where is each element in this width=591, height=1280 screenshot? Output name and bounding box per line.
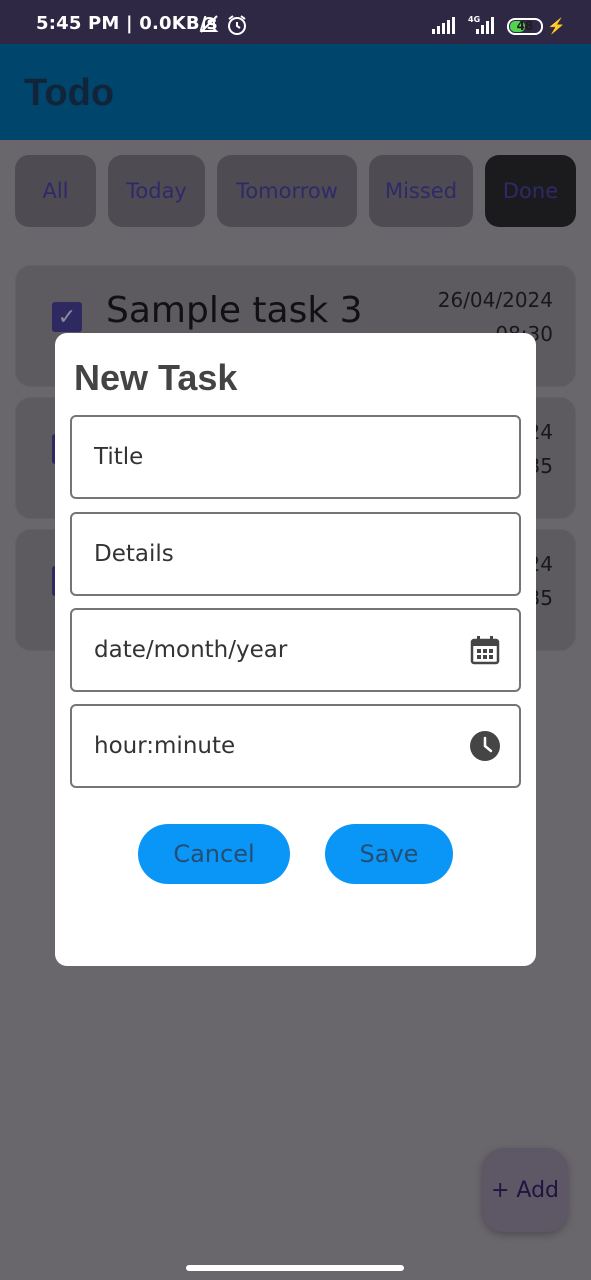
filter-tabs: All Today Tomorrow Missed Done xyxy=(0,155,591,227)
tab-today[interactable]: Today xyxy=(108,155,205,227)
home-indicator[interactable] xyxy=(186,1265,404,1271)
title-field[interactable]: Title xyxy=(70,415,521,499)
signal-icon xyxy=(432,14,456,34)
app-bar: Todo xyxy=(0,44,591,140)
battery-level: 48 xyxy=(516,19,534,33)
calendar-icon[interactable] xyxy=(469,634,501,666)
date-placeholder: date/month/year xyxy=(94,637,288,663)
date-field[interactable]: date/month/year xyxy=(70,608,521,692)
tab-missed[interactable]: Missed xyxy=(369,155,473,227)
mute-icon xyxy=(199,15,219,33)
app-title: Todo xyxy=(24,72,115,114)
cancel-button[interactable]: Cancel xyxy=(138,824,290,884)
4g-signal-icon xyxy=(476,14,498,34)
details-field[interactable]: Details xyxy=(70,512,521,596)
save-button[interactable]: Save xyxy=(325,824,453,884)
task-date: 26/04/2024 xyxy=(437,288,553,312)
status-time: 5:45 PM | 0.0KB/s xyxy=(36,13,218,34)
add-task-button[interactable]: + Add xyxy=(482,1148,568,1232)
clock-icon[interactable] xyxy=(469,730,501,762)
status-bar: 5:45 PM | 0.0KB/s 4G 48 ⚡ xyxy=(0,0,591,44)
tab-done[interactable]: Done xyxy=(485,155,576,227)
alarm-icon xyxy=(228,15,246,35)
task-title: Sample task 3 xyxy=(106,290,363,331)
time-placeholder: hour:minute xyxy=(94,733,236,759)
charging-icon: ⚡ xyxy=(547,18,566,35)
dialog-title: New Task xyxy=(74,357,238,398)
title-placeholder: Title xyxy=(94,444,144,470)
tab-all[interactable]: All xyxy=(15,155,96,227)
details-placeholder: Details xyxy=(94,541,174,567)
task-checkbox[interactable]: ✓ xyxy=(52,302,82,332)
tab-tomorrow[interactable]: Tomorrow xyxy=(217,155,357,227)
new-task-dialog: New Task Title Details date/month/year h… xyxy=(55,333,536,966)
battery-icon: 48 xyxy=(507,18,543,35)
time-field[interactable]: hour:minute xyxy=(70,704,521,788)
